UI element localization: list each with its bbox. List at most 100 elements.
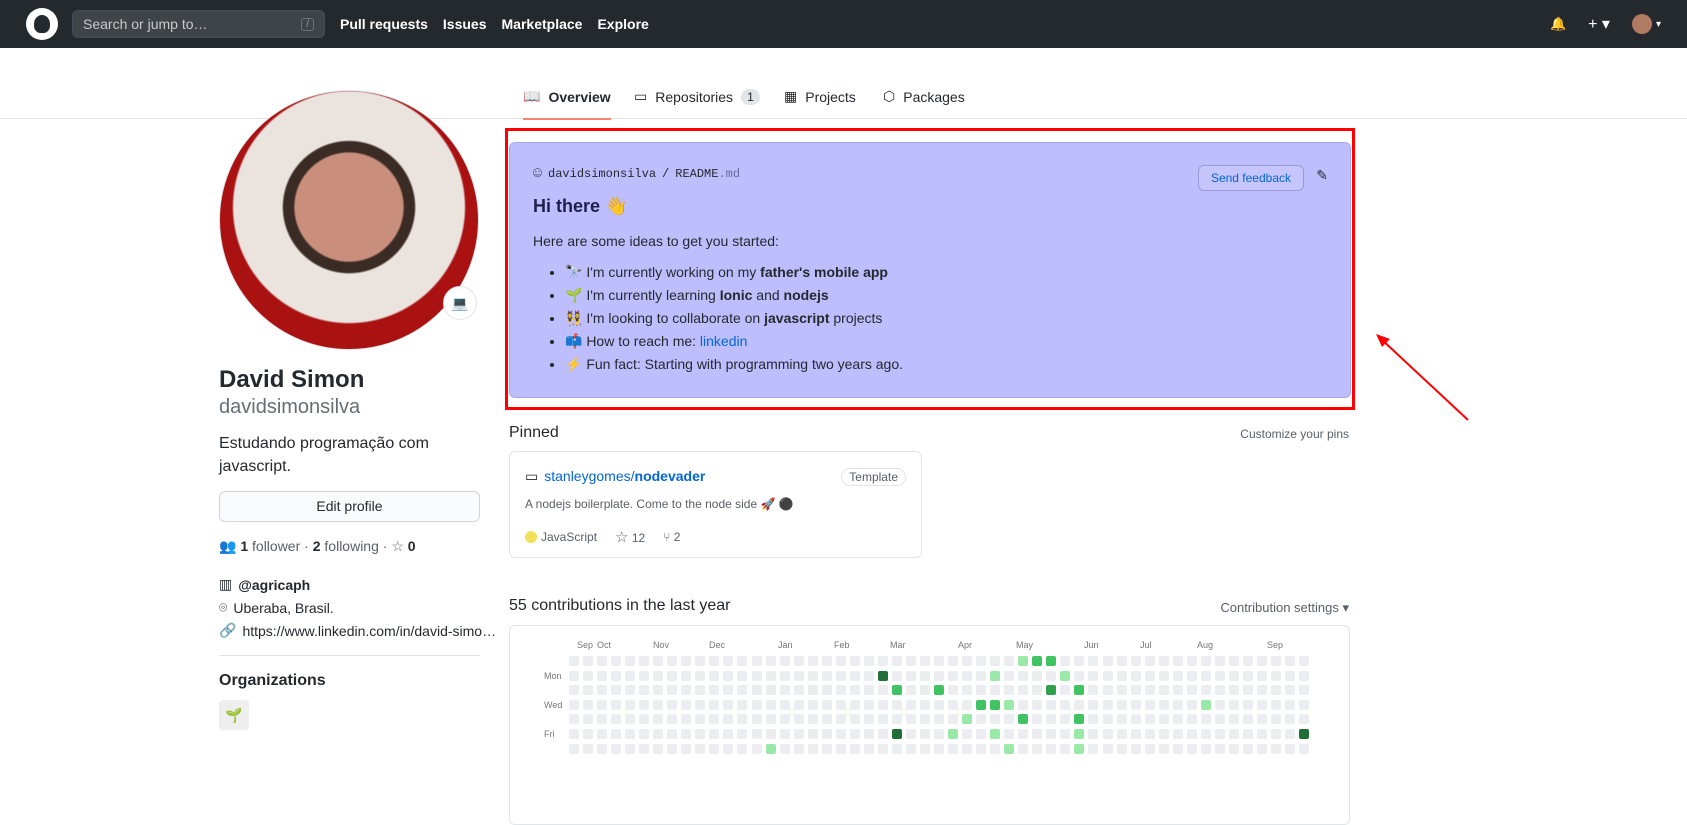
contribution-day[interactable]: [583, 685, 594, 696]
contribution-day[interactable]: [1144, 699, 1155, 710]
followers-label[interactable]: follower: [252, 538, 300, 554]
contribution-day[interactable]: [948, 670, 959, 681]
contribution-day[interactable]: [653, 656, 664, 666]
contribution-day[interactable]: [1074, 714, 1085, 725]
contribution-day[interactable]: [1144, 670, 1155, 681]
contribution-day[interactable]: [1032, 699, 1043, 710]
contribution-day[interactable]: [1060, 743, 1071, 754]
send-feedback-button[interactable]: Send feedback: [1197, 165, 1304, 191]
contribution-day[interactable]: [1158, 685, 1169, 696]
contribution-day[interactable]: [737, 670, 748, 681]
contribution-day[interactable]: [1214, 714, 1225, 725]
contribution-day[interactable]: [639, 656, 650, 666]
contribution-day[interactable]: [611, 743, 622, 754]
contribution-day[interactable]: [1256, 670, 1267, 681]
readme-user[interactable]: davidsimonsilva: [548, 167, 656, 181]
contribution-day[interactable]: [1271, 685, 1281, 696]
contribution-day[interactable]: [667, 699, 678, 710]
contribution-day[interactable]: [653, 729, 664, 739]
contribution-day[interactable]: [569, 714, 579, 725]
contribution-day[interactable]: [849, 656, 860, 666]
contribution-day[interactable]: [667, 729, 678, 739]
contribution-day[interactable]: [807, 685, 818, 696]
contribution-day[interactable]: [1242, 729, 1253, 739]
contribution-day[interactable]: [1214, 729, 1225, 739]
contribution-day[interactable]: [1242, 656, 1253, 666]
contribution-day[interactable]: [1186, 714, 1197, 725]
contribution-day[interactable]: [835, 656, 846, 666]
contribution-day[interactable]: [1256, 699, 1267, 710]
contribution-day[interactable]: [653, 714, 664, 725]
contribution-day[interactable]: [962, 729, 973, 739]
contribution-day[interactable]: [1116, 714, 1127, 725]
contribution-day[interactable]: [1018, 729, 1029, 739]
contribution-day[interactable]: [1186, 670, 1197, 681]
contribution-day[interactable]: [597, 670, 608, 681]
contribution-day[interactable]: [877, 714, 888, 725]
contribution-day[interactable]: [1060, 685, 1071, 696]
contribution-day[interactable]: [779, 699, 790, 710]
contribution-day[interactable]: [1214, 656, 1225, 666]
contribution-day[interactable]: [1046, 656, 1057, 666]
contribution-day[interactable]: [681, 729, 692, 739]
contribution-day[interactable]: [962, 670, 973, 681]
contribution-day[interactable]: [1074, 670, 1085, 681]
contribution-day[interactable]: [667, 656, 678, 666]
contribution-day[interactable]: [1158, 714, 1169, 725]
contribution-day[interactable]: [1256, 714, 1267, 725]
contribution-day[interactable]: [1018, 685, 1029, 696]
contribution-day[interactable]: [751, 699, 762, 710]
contribution-day[interactable]: [1102, 699, 1113, 710]
contribution-day[interactable]: [723, 685, 734, 696]
contribution-day[interactable]: [1228, 656, 1239, 666]
contribution-day[interactable]: [849, 714, 860, 725]
contribution-day[interactable]: [1200, 729, 1211, 739]
pencil-icon[interactable]: ✎: [1316, 167, 1328, 184]
followers-count[interactable]: 1: [240, 538, 248, 554]
contribution-day[interactable]: [1102, 670, 1113, 681]
contribution-day[interactable]: [569, 699, 579, 710]
contribution-day[interactable]: [948, 699, 959, 710]
contribution-day[interactable]: [751, 685, 762, 696]
contribution-day[interactable]: [1299, 699, 1310, 710]
contribution-day[interactable]: [765, 714, 776, 725]
contribution-day[interactable]: [1158, 729, 1169, 739]
contribution-day[interactable]: [681, 685, 692, 696]
contribution-day[interactable]: [807, 699, 818, 710]
contribution-day[interactable]: [751, 743, 762, 754]
contribution-day[interactable]: [1285, 743, 1296, 754]
contribution-day[interactable]: [891, 670, 902, 681]
contribution-day[interactable]: [905, 699, 916, 710]
contribution-day[interactable]: [807, 656, 818, 666]
contribution-day[interactable]: [1102, 729, 1113, 739]
contribution-day[interactable]: [962, 699, 973, 710]
contribution-day[interactable]: [863, 656, 874, 666]
status-emoji[interactable]: 💻: [443, 286, 477, 320]
contribution-day[interactable]: [653, 699, 664, 710]
contribution-day[interactable]: [597, 714, 608, 725]
contribution-day[interactable]: [1200, 656, 1211, 666]
contribution-day[interactable]: [1046, 714, 1057, 725]
contribution-day[interactable]: [709, 656, 720, 666]
contribution-day[interactable]: [1074, 729, 1085, 739]
contribution-day[interactable]: [1046, 743, 1057, 754]
contribution-day[interactable]: [1214, 685, 1225, 696]
contribution-day[interactable]: [990, 670, 1001, 681]
contribution-day[interactable]: [905, 714, 916, 725]
contribution-day[interactable]: [920, 699, 930, 710]
contribution-day[interactable]: [723, 656, 734, 666]
linkedin-link[interactable]: linkedin: [700, 333, 747, 349]
contribution-day[interactable]: [990, 729, 1001, 739]
contribution-day[interactable]: [1256, 656, 1267, 666]
contribution-day[interactable]: [891, 656, 902, 666]
contribution-day[interactable]: [625, 714, 636, 725]
contribution-day[interactable]: [934, 670, 945, 681]
contribution-day[interactable]: [835, 699, 846, 710]
contribution-day[interactable]: [667, 714, 678, 725]
contribution-day[interactable]: [1018, 743, 1029, 754]
contribution-day[interactable]: [681, 714, 692, 725]
contribution-day[interactable]: [1200, 670, 1211, 681]
contribution-day[interactable]: [821, 743, 832, 754]
contribution-day[interactable]: [934, 743, 945, 754]
contribution-day[interactable]: [1228, 729, 1239, 739]
